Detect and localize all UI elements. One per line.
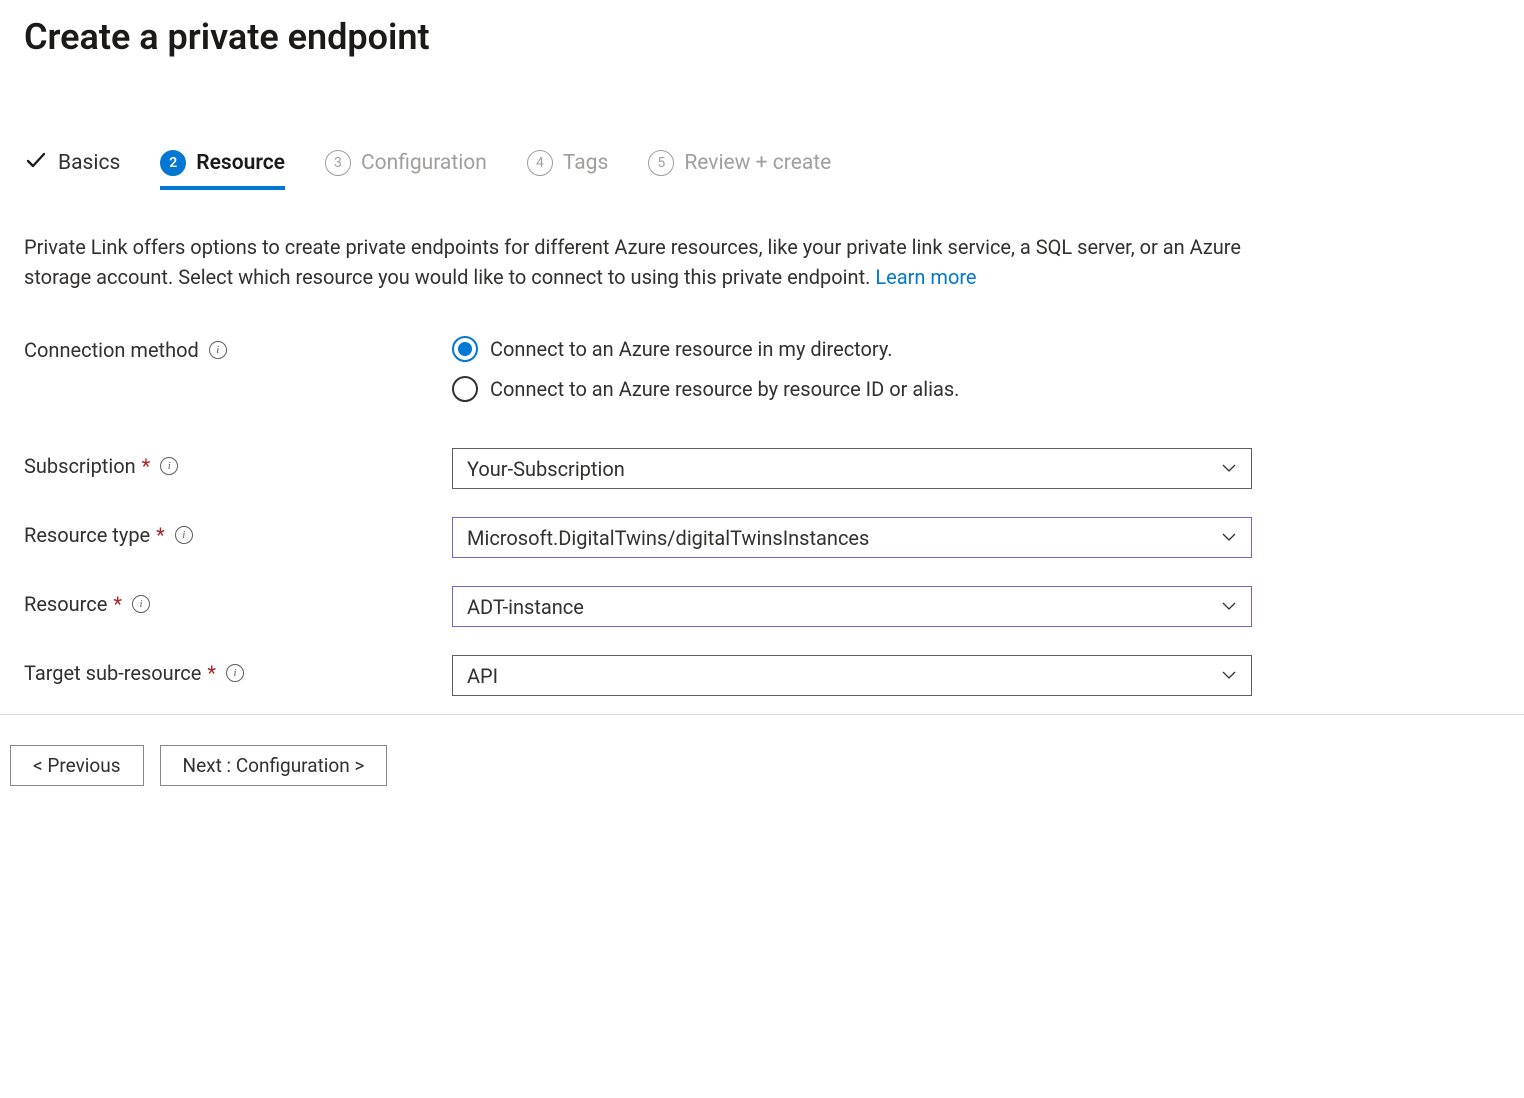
tab-label: Tags xyxy=(563,151,608,175)
learn-more-link[interactable]: Learn more xyxy=(875,265,976,289)
previous-button[interactable]: < Previous xyxy=(10,745,144,786)
radio-icon xyxy=(452,336,478,362)
radio-icon xyxy=(452,376,478,402)
tab-basics[interactable]: Basics xyxy=(24,148,120,190)
subscription-label: Subscription xyxy=(24,454,136,478)
dropdown-value: ADT-instance xyxy=(467,595,584,619)
resource-dropdown[interactable]: ADT-instance xyxy=(452,586,1252,627)
footer-divider xyxy=(0,714,1524,715)
page-title: Create a private endpoint xyxy=(24,16,1500,58)
info-icon[interactable]: i xyxy=(160,457,178,475)
radio-label: Connect to an Azure resource by resource… xyxy=(490,377,959,401)
tab-tags[interactable]: 4 Tags xyxy=(527,148,608,190)
connection-method-radio-group: Connect to an Azure resource in my direc… xyxy=(452,336,1252,402)
tab-label: Basics xyxy=(58,151,120,175)
radio-label: Connect to an Azure resource in my direc… xyxy=(490,337,893,361)
dropdown-value: API xyxy=(467,664,498,688)
info-icon[interactable]: i xyxy=(132,595,150,613)
resource-label: Resource xyxy=(24,592,107,616)
subscription-dropdown[interactable]: Your-Subscription xyxy=(452,448,1252,489)
step-number-icon: 2 xyxy=(160,150,186,176)
chevron-down-icon xyxy=(1221,526,1237,550)
tab-label: Resource xyxy=(196,151,285,175)
required-marker: * xyxy=(156,523,165,547)
chevron-down-icon xyxy=(1221,664,1237,688)
chevron-down-icon xyxy=(1221,595,1237,619)
check-icon xyxy=(24,148,48,178)
next-button[interactable]: Next : Configuration > xyxy=(160,745,388,786)
required-marker: * xyxy=(113,592,122,616)
target-sub-resource-label: Target sub-resource xyxy=(24,661,201,685)
dropdown-value: Microsoft.DigitalTwins/digitalTwinsInsta… xyxy=(467,526,869,550)
required-marker: * xyxy=(142,454,151,478)
step-number-icon: 3 xyxy=(325,150,351,176)
step-number-icon: 5 xyxy=(648,150,674,176)
tab-label: Review + create xyxy=(684,151,831,175)
connection-method-label: Connection method xyxy=(24,338,199,362)
step-number-icon: 4 xyxy=(527,150,553,176)
resource-type-label: Resource type xyxy=(24,523,150,547)
tab-configuration[interactable]: 3 Configuration xyxy=(325,148,487,190)
dropdown-value: Your-Subscription xyxy=(467,457,625,481)
required-marker: * xyxy=(207,661,216,685)
tab-label: Configuration xyxy=(361,151,487,175)
resource-type-dropdown[interactable]: Microsoft.DigitalTwins/digitalTwinsInsta… xyxy=(452,517,1252,558)
info-icon[interactable]: i xyxy=(226,664,244,682)
target-sub-resource-dropdown[interactable]: API xyxy=(452,655,1252,696)
chevron-down-icon xyxy=(1221,457,1237,481)
description-text: Private Link offers options to create pr… xyxy=(24,235,1241,289)
radio-connect-resource-id[interactable]: Connect to an Azure resource by resource… xyxy=(452,376,1252,402)
tab-description: Private Link offers options to create pr… xyxy=(24,232,1269,292)
wizard-tabs: Basics 2 Resource 3 Configuration 4 Tags… xyxy=(24,148,1500,190)
info-icon[interactable]: i xyxy=(209,341,227,359)
info-icon[interactable]: i xyxy=(175,526,193,544)
tab-review-create[interactable]: 5 Review + create xyxy=(648,148,831,190)
radio-connect-directory[interactable]: Connect to an Azure resource in my direc… xyxy=(452,336,1252,362)
tab-resource[interactable]: 2 Resource xyxy=(160,148,285,190)
